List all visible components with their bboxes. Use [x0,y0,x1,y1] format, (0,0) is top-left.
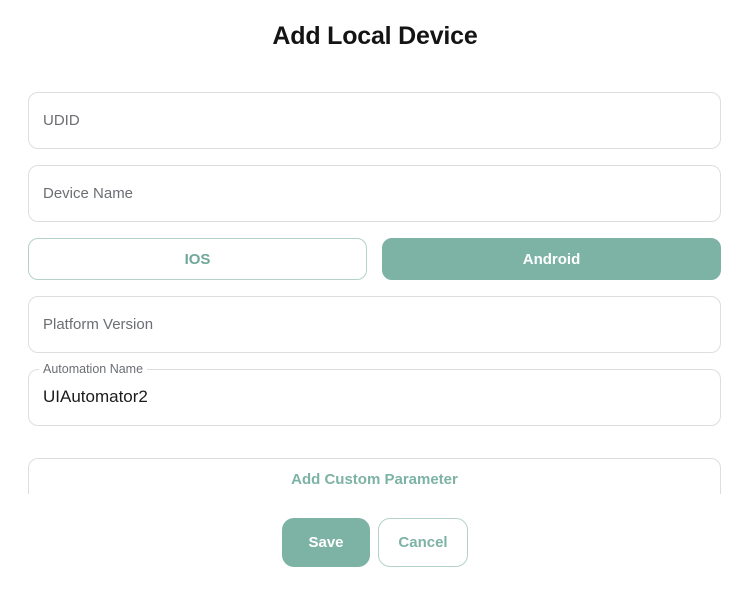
udid-field[interactable]: UDID [28,92,721,149]
custom-parameter-area: Add Custom Parameter [28,458,721,494]
udid-placeholder: UDID [43,112,80,129]
add-custom-parameter-button[interactable]: Add Custom Parameter [28,458,721,494]
platform-ios-button[interactable]: IOS [28,238,367,280]
platform-version-field[interactable]: Platform Version [28,296,721,353]
automation-name-label: Automation Name [39,362,148,376]
platform-version-placeholder: Platform Version [43,316,154,333]
add-local-device-dialog: Add Local Device UDID Device Name IOS An… [0,0,750,591]
dialog-title: Add Local Device [272,22,478,50]
cancel-button[interactable]: Cancel [378,518,468,567]
automation-name-value: UIAutomator2 [43,387,148,406]
save-button[interactable]: Save [282,518,370,567]
automation-name-field[interactable]: Automation Name UIAutomator2 [28,362,721,426]
platform-android-button[interactable]: Android [382,238,721,280]
device-name-field[interactable]: Device Name [28,165,721,222]
device-name-placeholder: Device Name [43,185,134,202]
